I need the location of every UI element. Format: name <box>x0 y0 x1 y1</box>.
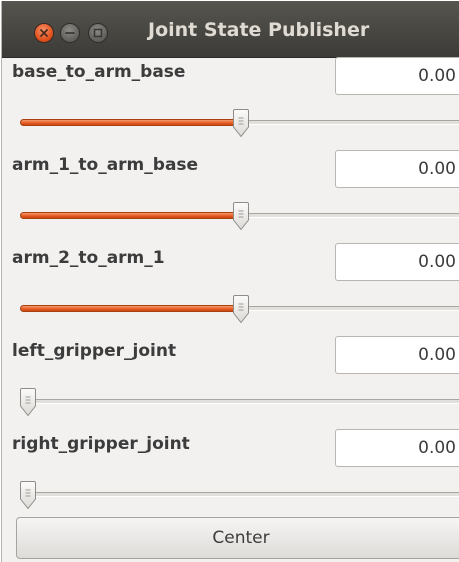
joint-slider[interactable] <box>2 108 459 138</box>
slider-handle-icon <box>233 109 249 138</box>
window-title: Joint State Publisher <box>148 19 370 41</box>
joint-value-field[interactable]: 0.00 <box>335 336 459 374</box>
minimize-icon <box>65 32 75 34</box>
maximize-icon <box>93 28 103 38</box>
joint-row: left_gripper_joint 0.00 <box>2 335 459 427</box>
joint-label: arm_2_to_arm_1 <box>12 248 165 268</box>
joint-slider[interactable] <box>2 387 459 417</box>
slider-track <box>20 492 459 497</box>
slider-handle-icon <box>20 388 36 417</box>
joint-label: base_to_arm_base <box>12 62 186 82</box>
joint-label: right_gripper_joint <box>12 434 190 454</box>
joint-value-field[interactable]: 0.00 <box>335 243 459 281</box>
joint-slider[interactable] <box>2 201 459 231</box>
joint-slider[interactable] <box>2 480 459 510</box>
slider-fill <box>20 119 241 126</box>
slider-handle[interactable] <box>232 294 250 324</box>
joint-label: arm_1_to_arm_base <box>12 155 199 175</box>
joint-label: left_gripper_joint <box>12 341 177 361</box>
slider-handle[interactable] <box>232 201 250 231</box>
joint-row: base_to_arm_base 0.00 <box>2 56 459 148</box>
joint-value-field[interactable]: 0.00 <box>335 429 459 467</box>
joint-state-publisher-window: Joint State Publisher base_to_arm_base 0.… <box>1 1 459 562</box>
slider-track <box>20 399 459 404</box>
joint-value-field[interactable]: 0.00 <box>335 150 459 188</box>
joint-value-field[interactable]: 0.00 <box>335 57 459 95</box>
close-button[interactable] <box>34 23 54 43</box>
slider-handle-icon <box>20 481 36 510</box>
joint-slider[interactable] <box>2 294 459 324</box>
center-button[interactable]: Center <box>16 517 459 559</box>
joint-row: right_gripper_joint 0.00 <box>2 428 459 520</box>
slider-fill <box>20 305 241 312</box>
slider-handle[interactable] <box>19 387 37 417</box>
slider-handle-icon <box>233 295 249 324</box>
joint-row: arm_1_to_arm_base 0.00 <box>2 149 459 241</box>
title-bar[interactable]: Joint State Publisher <box>2 1 459 58</box>
slider-handle[interactable] <box>19 480 37 510</box>
slider-handle[interactable] <box>232 108 250 138</box>
slider-fill <box>20 212 241 219</box>
joint-row: arm_2_to_arm_1 0.00 <box>2 242 459 334</box>
slider-handle-icon <box>233 202 249 231</box>
maximize-button[interactable] <box>88 23 108 43</box>
close-icon <box>40 29 48 37</box>
minimize-button[interactable] <box>60 23 80 43</box>
